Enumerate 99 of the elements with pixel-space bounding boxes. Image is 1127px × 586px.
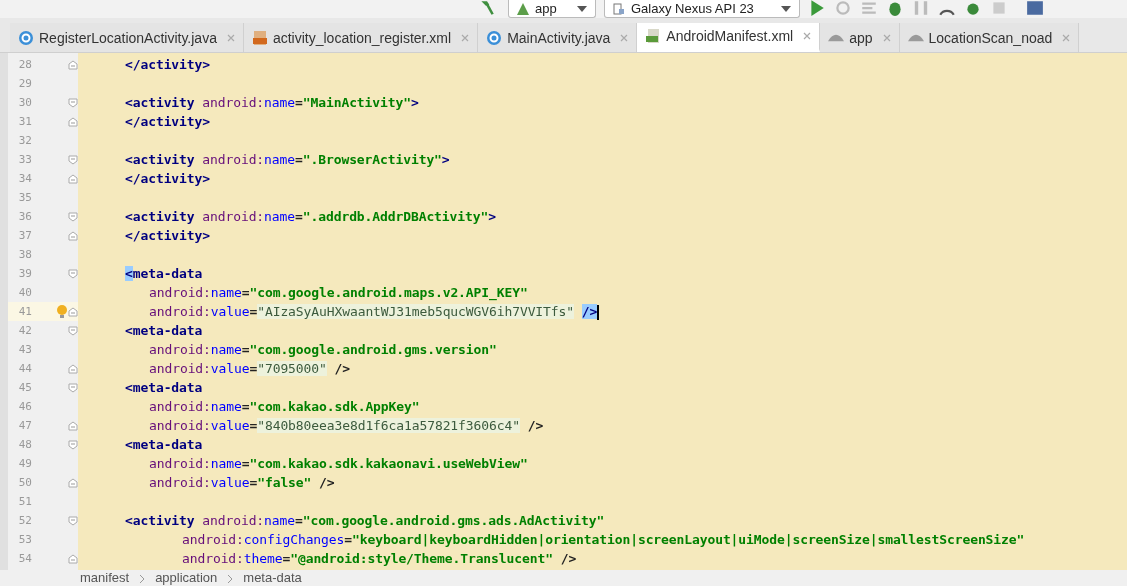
- breadcrumb-item[interactable]: meta-data: [243, 570, 302, 585]
- line-number: 45: [17, 381, 32, 394]
- editor-tab[interactable]: activity_location_register.xml: [243, 23, 479, 52]
- chevron-icon: [139, 574, 146, 584]
- fold-icon[interactable]: [68, 515, 78, 526]
- code-line: android:value="false" />: [149, 475, 335, 490]
- device-dropdown[interactable]: Galaxy Nexus API 23: [604, 0, 800, 18]
- line-number: 37: [17, 229, 32, 242]
- code-line: android:name="com.kakao.sdk.AppKey": [149, 399, 420, 414]
- line-number: 34: [17, 172, 32, 185]
- line-number: 40: [17, 286, 32, 299]
- fold-icon[interactable]: [68, 154, 78, 165]
- code-line: <meta-data: [125, 323, 203, 338]
- editor-tab[interactable]: app: [820, 23, 900, 52]
- close-icon[interactable]: [802, 31, 813, 41]
- line-number: 36: [17, 210, 32, 223]
- editor-tab[interactable]: RegisterLocationActivity.java: [10, 23, 244, 52]
- fold-icon[interactable]: [68, 439, 78, 450]
- fold-icon[interactable]: [68, 306, 78, 317]
- close-icon[interactable]: [1061, 32, 1072, 43]
- stop-icon[interactable]: [990, 0, 1008, 17]
- code-line: <activity android:name=".addrdb.AddrDBActivity">: [125, 209, 496, 224]
- code-line: android:value="AIzaSyAuHXwaantWJ31meb5qucWGV6ih7VVITfs" />: [149, 303, 600, 320]
- class-icon: [486, 29, 503, 46]
- chevron-icon: [227, 574, 234, 584]
- line-number: 31: [17, 115, 32, 128]
- class-icon: [18, 29, 34, 46]
- close-icon[interactable]: [619, 32, 630, 43]
- editor-tab[interactable]: AndroidManifest.xml: [637, 23, 821, 52]
- line-number: 42: [17, 324, 32, 337]
- code-line: <activity android:name="com.google.android.gms.ads.AdActivity": [125, 513, 605, 528]
- fold-icon[interactable]: [68, 477, 78, 488]
- code-line: </activity>: [125, 114, 210, 129]
- debug-icon[interactable]: [886, 0, 904, 17]
- code-line: android:value="7095000" />: [149, 361, 350, 376]
- fold-icon[interactable]: [68, 97, 78, 108]
- line-number: 51: [17, 495, 32, 508]
- xml-file-icon: [251, 29, 268, 46]
- line-number: 47: [17, 419, 32, 432]
- fold-icon[interactable]: [68, 211, 78, 222]
- code-line: </activity>: [125, 171, 210, 186]
- fold-icon[interactable]: [68, 325, 78, 336]
- caret-icon: [781, 5, 791, 12]
- lines-icon[interactable]: [860, 0, 878, 17]
- run-configuration-dropdown[interactable]: app: [508, 0, 596, 18]
- breadcrumb-item[interactable]: application: [155, 570, 218, 585]
- lightbulb-icon[interactable]: [56, 303, 68, 320]
- code-line: <meta-data: [125, 437, 203, 452]
- line-number: 33: [17, 153, 32, 166]
- manifest-file-icon: [645, 28, 662, 44]
- line-number: 43: [17, 343, 32, 356]
- editor-tab[interactable]: MainActivity.java: [478, 23, 638, 52]
- line-number: 49: [17, 457, 32, 470]
- code-line: </activity>: [125, 57, 210, 72]
- fold-icon[interactable]: [68, 59, 78, 70]
- breadcrumb-item[interactable]: manifest: [80, 570, 130, 585]
- code-line: </activity>: [125, 228, 210, 243]
- code-line: android:name="com.google.android.maps.v2.API_KEY": [149, 285, 528, 300]
- fold-icon[interactable]: [68, 553, 78, 564]
- line-number: 38: [17, 248, 32, 261]
- code-line: android:value="840b80eea3e8d1f6ca1a57821f3606c4" />: [149, 418, 544, 433]
- window-icon[interactable]: [1026, 0, 1044, 17]
- code-line: <activity android:name=".BrowserActivity">: [125, 152, 450, 167]
- line-number: 39: [17, 267, 32, 280]
- line-number: 48: [17, 438, 32, 451]
- line-number: 29: [17, 77, 32, 90]
- fold-icon[interactable]: [68, 268, 78, 279]
- line-number: 54: [17, 552, 32, 565]
- line-number: 30: [17, 96, 32, 109]
- fold-icon[interactable]: [68, 230, 78, 241]
- fold-icon[interactable]: [68, 420, 78, 431]
- fold-icon[interactable]: [68, 363, 78, 374]
- fold-icon[interactable]: [68, 382, 78, 393]
- line-number: 41: [17, 305, 32, 318]
- code-line: <meta-data: [125, 380, 203, 395]
- fold-icon[interactable]: [68, 173, 78, 184]
- line-number: 44: [17, 362, 32, 375]
- android-icon: [517, 2, 529, 15]
- close-icon[interactable]: [225, 32, 236, 43]
- code-line: <meta-data: [125, 266, 203, 281]
- line-number: 50: [17, 476, 32, 489]
- caret-icon: [577, 5, 587, 12]
- code-line: android:name="com.google.android.gms.version": [149, 342, 497, 357]
- code-line: android:theme="@android:style/Theme.Translucent" />: [182, 551, 577, 566]
- apply-changes-icon[interactable]: [834, 0, 852, 17]
- code-line: android:configChanges="keyboard|keyboardHidden|orientation|screenLayout|uiMode|screenSize|smallestScreenSize": [182, 532, 1025, 547]
- close-icon[interactable]: [460, 32, 471, 43]
- phone-icon: [613, 2, 625, 15]
- editor-tab[interactable]: LocationScan_noad: [899, 23, 1080, 52]
- line-number: 52: [17, 514, 32, 527]
- line-number: 46: [17, 400, 32, 413]
- line-number: 28: [17, 58, 32, 71]
- code-line: android:name="com.kakao.sdk.kakaonavi.useWebView": [149, 456, 528, 471]
- line-number: 53: [17, 533, 32, 546]
- close-icon[interactable]: [881, 32, 892, 43]
- code-line: <activity android:name="MainActivity">: [125, 95, 419, 110]
- line-number: 32: [17, 134, 32, 147]
- line-number: 35: [17, 191, 32, 204]
- fold-icon[interactable]: [68, 116, 78, 127]
